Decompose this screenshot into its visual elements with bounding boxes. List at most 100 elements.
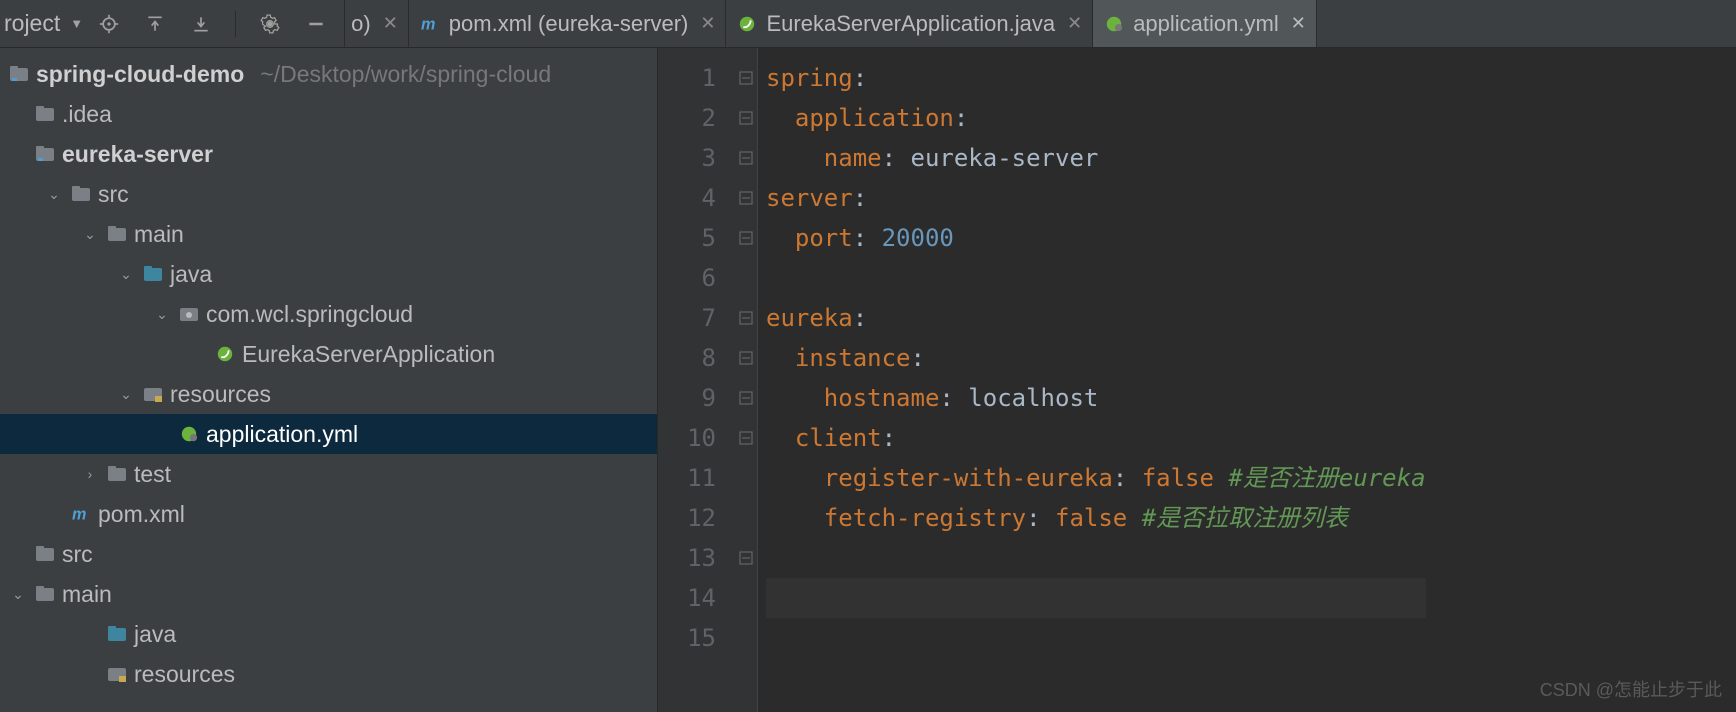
fold-close-icon[interactable] <box>739 391 753 405</box>
tab-stub[interactable]: o) ✕ <box>344 0 409 47</box>
tree-item-src2[interactable]: src <box>0 534 657 574</box>
fold-gutter <box>734 48 758 712</box>
folder-icon <box>106 225 128 243</box>
gutter: 1 2 3 4 5 6 7 8 9 10 11 12 13 14 15 <box>658 48 734 712</box>
chevron-down-icon[interactable]: ⌄ <box>116 266 136 283</box>
tree-item-test[interactable]: › test <box>0 454 657 494</box>
line-number: 6 <box>658 258 716 298</box>
project-tree[interactable]: spring-cloud-demo ~/Desktop/work/spring-… <box>0 48 658 712</box>
tree-label: .idea <box>62 101 112 128</box>
close-icon[interactable]: ✕ <box>383 13 398 34</box>
line-number: 5 <box>658 218 716 258</box>
locate-icon[interactable] <box>97 12 121 36</box>
line-number: 3 <box>658 138 716 178</box>
tree-label: java <box>170 261 212 288</box>
maven-icon: m <box>70 505 92 523</box>
folder-icon <box>34 545 56 563</box>
line-number: 10 <box>658 418 716 458</box>
chevron-down-icon: ▼ <box>70 16 83 31</box>
top-bar: roject ▼ o) ✕ m pom.xml (eureka-server) … <box>0 0 1736 48</box>
svg-text:m: m <box>421 15 435 33</box>
tree-root-name: spring-cloud-demo <box>36 61 244 88</box>
tree-label: application.yml <box>206 421 358 448</box>
folder-icon <box>34 105 56 123</box>
code-area[interactable]: spring: application: name: eureka-server… <box>758 48 1426 712</box>
tab-eureka-app-java[interactable]: EurekaServerApplication.java ✕ <box>726 0 1093 47</box>
fold-open-icon[interactable] <box>739 111 753 125</box>
close-icon[interactable]: ✕ <box>1291 13 1306 34</box>
chevron-down-icon[interactable]: ⌄ <box>152 306 172 323</box>
tree-item-main[interactable]: ⌄ main <box>0 214 657 254</box>
line-number: 12 <box>658 498 716 538</box>
hide-icon[interactable] <box>304 12 328 36</box>
tab-label: application.yml <box>1133 11 1279 37</box>
tab-pom-xml[interactable]: m pom.xml (eureka-server) ✕ <box>409 0 727 47</box>
tree-item-java[interactable]: ⌄ java <box>0 254 657 294</box>
tree-label: test <box>134 461 171 488</box>
svg-text:m: m <box>72 505 86 523</box>
folder-icon <box>70 185 92 203</box>
tree-item-eureka-server[interactable]: eureka-server <box>0 134 657 174</box>
tree-root-path: ~/Desktop/work/spring-cloud <box>260 61 551 88</box>
line-number: 15 <box>658 618 716 658</box>
tab-stub-label: o) <box>351 11 371 37</box>
line-number: 1 <box>658 58 716 98</box>
chevron-down-icon[interactable]: ⌄ <box>116 386 136 403</box>
chevron-down-icon[interactable]: ⌄ <box>44 186 64 203</box>
folder-icon <box>106 465 128 483</box>
fold-close-icon[interactable] <box>739 151 753 165</box>
project-toolbar <box>97 0 344 47</box>
spring-icon <box>736 15 758 33</box>
line-number: 4 <box>658 178 716 218</box>
fold-open-icon[interactable] <box>739 71 753 85</box>
yml-icon <box>1103 15 1125 33</box>
collapse-all-icon[interactable] <box>189 12 213 36</box>
tree-item-resources[interactable]: ⌄ resources <box>0 374 657 414</box>
tree-label: src <box>98 181 129 208</box>
fold-open-icon[interactable] <box>739 311 753 325</box>
tree-label: resources <box>134 661 235 688</box>
resources-folder-icon <box>142 385 164 403</box>
close-icon[interactable]: ✕ <box>700 13 715 34</box>
project-tool-window-tab[interactable]: roject ▼ <box>0 0 97 47</box>
fold-open-icon[interactable] <box>739 191 753 205</box>
tree-item-application-yml[interactable]: application.yml <box>0 414 657 454</box>
tree-label: eureka-server <box>62 141 213 168</box>
yml-icon <box>178 425 200 443</box>
line-number: 9 <box>658 378 716 418</box>
project-label: roject <box>4 10 60 37</box>
tree-item-resources2[interactable]: resources <box>0 654 657 694</box>
fold-open-icon[interactable] <box>739 351 753 365</box>
line-number: 13 <box>658 538 716 578</box>
tree-label: main <box>134 221 184 248</box>
chevron-down-icon[interactable]: ⌄ <box>80 226 100 243</box>
fold-close-icon[interactable] <box>739 231 753 245</box>
expand-all-icon[interactable] <box>143 12 167 36</box>
tree-item-src[interactable]: ⌄ src <box>0 174 657 214</box>
fold-close-icon[interactable] <box>739 551 753 565</box>
line-number: 14 <box>658 578 716 618</box>
tree-root[interactable]: spring-cloud-demo ~/Desktop/work/spring-… <box>0 54 657 94</box>
resources-folder-icon <box>106 665 128 683</box>
tree-item-pom[interactable]: m pom.xml <box>0 494 657 534</box>
tree-item-main2[interactable]: ⌄ main <box>0 574 657 614</box>
chevron-down-icon[interactable]: ⌄ <box>8 586 28 603</box>
editor-tabs: o) ✕ m pom.xml (eureka-server) ✕ EurekaS… <box>344 0 1736 47</box>
spring-icon <box>214 345 236 363</box>
tree-item-package[interactable]: ⌄ com.wcl.springcloud <box>0 294 657 334</box>
tree-item-idea[interactable]: .idea <box>0 94 657 134</box>
tab-application-yml[interactable]: application.yml ✕ <box>1093 0 1317 47</box>
gear-icon[interactable] <box>258 12 282 36</box>
maven-icon: m <box>419 15 441 33</box>
close-icon[interactable]: ✕ <box>1067 13 1082 34</box>
tree-label: EurekaServerApplication <box>242 341 495 368</box>
tree-label: main <box>62 581 112 608</box>
code-editor[interactable]: 1 2 3 4 5 6 7 8 9 10 11 12 13 14 15 <box>658 48 1736 712</box>
tree-item-app-class[interactable]: EurekaServerApplication <box>0 334 657 374</box>
tree-item-java2[interactable]: java <box>0 614 657 654</box>
fold-open-icon[interactable] <box>739 431 753 445</box>
source-folder-icon <box>142 265 164 283</box>
chevron-right-icon[interactable]: › <box>80 466 100 482</box>
tab-label: pom.xml (eureka-server) <box>449 11 689 37</box>
tree-label: java <box>134 621 176 648</box>
